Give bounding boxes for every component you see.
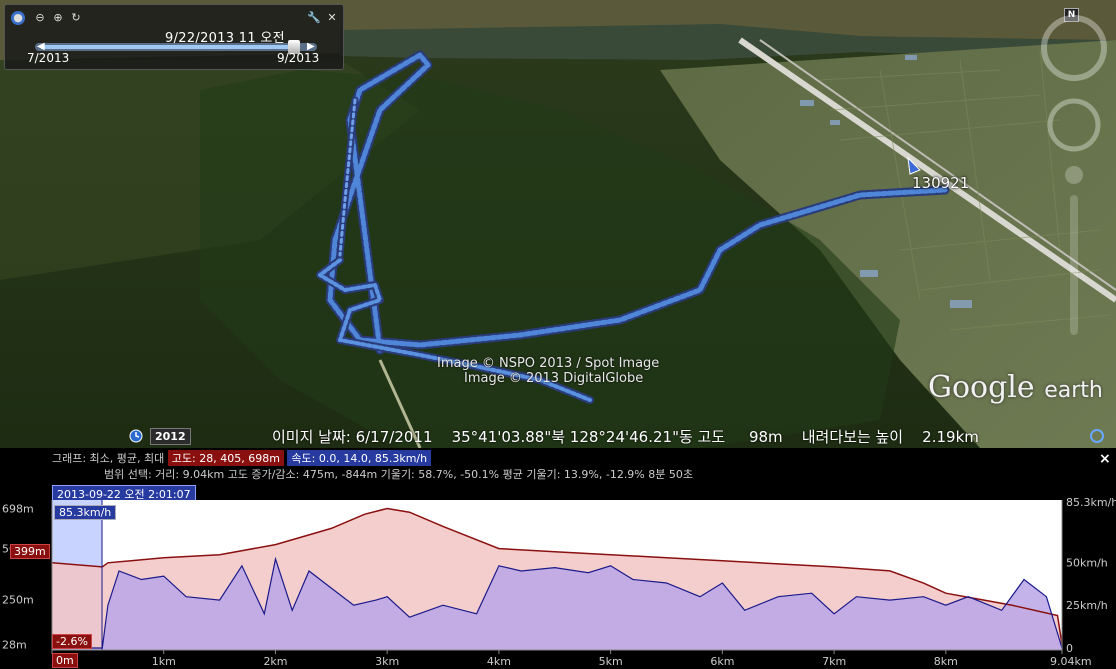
look-ring-icon[interactable] xyxy=(1041,15,1107,81)
profile-chart[interactable]: 1km2km3km4km5km6km7km8km9.04km 698m500m2… xyxy=(0,448,1116,669)
x-tick-label: 3km xyxy=(375,655,399,668)
loading-indicator-icon xyxy=(1090,429,1104,443)
time-slider-end-label: 9/2013 xyxy=(277,51,320,65)
x-tick-label: 2km xyxy=(263,655,287,668)
zoom-slider[interactable] xyxy=(1070,195,1078,335)
x-tick-label: 5km xyxy=(599,655,623,668)
right-tick-label: 25km/h xyxy=(1066,599,1108,612)
imagery-credit: Image © 2013 DigitalGlobe xyxy=(464,371,644,386)
left-tick-label: 698m xyxy=(2,503,34,516)
x-tick-label: 4km xyxy=(487,655,511,668)
right-tick-label: 50km/h xyxy=(1066,556,1108,569)
zoom-in-icon[interactable]: ⊕ xyxy=(51,11,65,25)
navigation-controls[interactable] xyxy=(1034,10,1114,350)
grade-readout: -2.6% xyxy=(52,634,92,649)
right-tick-label: 85.3km/h xyxy=(1066,496,1116,509)
wrench-icon[interactable]: 🔧 xyxy=(307,11,321,25)
x-tick-label: 6km xyxy=(710,655,734,668)
close-icon[interactable]: ✕ xyxy=(325,11,339,25)
x-tick-label: 1km xyxy=(152,655,176,668)
x-tick-label: 8km xyxy=(934,655,958,668)
imagery-credit: Image © NSPO 2013 / Spot Image xyxy=(437,356,660,371)
right-tick-label: 0 xyxy=(1066,642,1073,655)
elevation-readout: 399m xyxy=(10,544,50,559)
time-slider-start-label: 7/2013 xyxy=(27,51,70,65)
historical-year-badge[interactable]: 2012 xyxy=(150,428,191,445)
time-slider-panel: ● ⊖ ⊕ ↻ 🔧 ✕ 9/22/2013 11 오전 ◀ ▶ 7/2013 9… xyxy=(4,4,344,70)
refresh-icon[interactable]: ↻ xyxy=(69,11,83,25)
historical-imagery-icon[interactable] xyxy=(128,428,144,444)
x-tick-label: 7km xyxy=(822,655,846,668)
move-ring-icon[interactable] xyxy=(1047,98,1101,152)
x-tick-label: 9.04km xyxy=(1050,655,1092,668)
globe-icon[interactable]: ● xyxy=(11,11,25,25)
speed-readout: 85.3km/h xyxy=(54,505,117,520)
map-view[interactable]: ● ⊖ ⊕ ↻ 🔧 ✕ 9/22/2013 11 오전 ◀ ▶ 7/2013 9… xyxy=(0,0,1116,448)
google-earth-logo: Google earth xyxy=(928,370,1103,405)
x-tick-label: 0m xyxy=(52,653,78,668)
track-label[interactable]: 130921 xyxy=(912,174,969,192)
left-tick-label: 250m xyxy=(2,593,34,606)
zoom-out-icon[interactable]: ⊖ xyxy=(33,11,47,25)
time-slider-range xyxy=(41,45,296,49)
map-status-bar: 이미지 날짜: 6/17/2011 35°41'03.88"북 128°24'4… xyxy=(272,428,979,446)
street-view-icon[interactable] xyxy=(1065,166,1083,184)
left-tick-label: 28m xyxy=(2,638,27,651)
